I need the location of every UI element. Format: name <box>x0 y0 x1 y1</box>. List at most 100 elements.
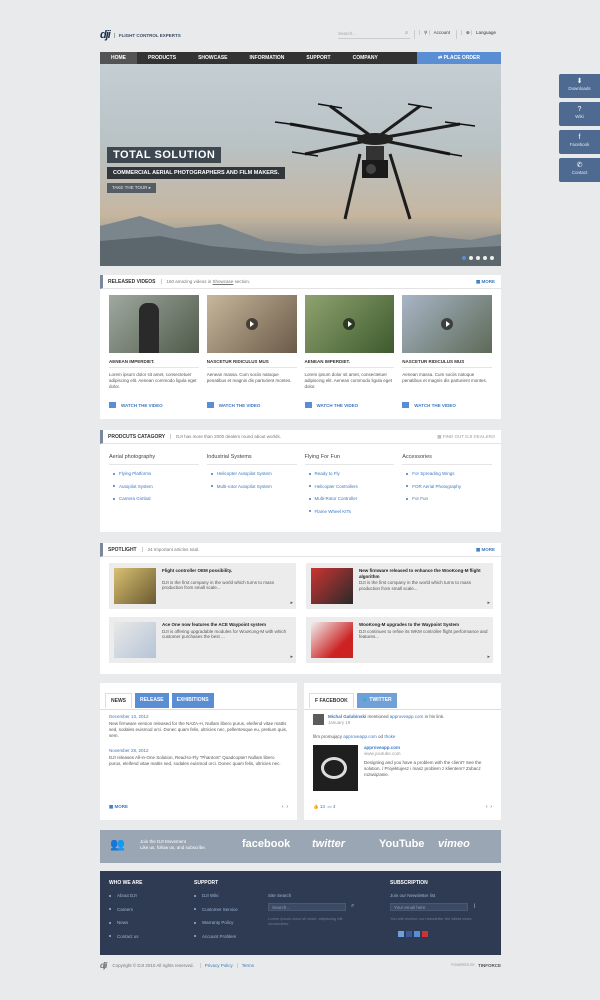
arrow-right-icon[interactable]: ▸ <box>290 600 293 606</box>
next-icon[interactable]: › <box>490 804 492 810</box>
language-link[interactable]: ⊕ Language <box>455 30 496 39</box>
spotlight-item[interactable]: Flight controller OEM possibility. DJI is… <box>109 563 296 609</box>
slider-dot[interactable] <box>476 256 480 260</box>
powered-brand[interactable]: TINFORCE <box>478 963 501 968</box>
video-thumbnail[interactable] <box>206 295 297 353</box>
take-tour-button[interactable]: TAKE THE TOUR ▸ <box>107 183 156 193</box>
play-icon[interactable] <box>441 318 454 330</box>
arrow-right-icon[interactable]: ▸ <box>487 600 490 606</box>
category-link[interactable]: Autopilot System <box>113 484 199 489</box>
footer-link[interactable]: Customer Service <box>194 907 238 912</box>
privacy-link[interactable]: Privacy Policy <box>199 962 233 968</box>
footer-link[interactable]: DJI Wiki <box>194 893 238 898</box>
category-link[interactable]: FOR Aerial Photography <box>406 484 492 489</box>
post-author[interactable]: Michal Galubinski <box>328 714 366 719</box>
tab-news[interactable]: NEWS <box>105 693 132 708</box>
sidebar-downloads[interactable]: ⬇ Downloads <box>559 74 600 98</box>
avatar[interactable] <box>313 714 324 725</box>
prev-icon[interactable]: ‹ <box>282 804 284 810</box>
slider-dot[interactable] <box>462 256 466 260</box>
email-input[interactable]: Your email here <box>390 903 468 911</box>
search-icon[interactable]: ⌕ <box>351 903 354 910</box>
tab-release[interactable]: RELEASE <box>135 693 169 708</box>
nav-company[interactable]: COMPANY <box>342 52 389 64</box>
footer-link[interactable]: Account Problem <box>194 934 238 939</box>
category-link[interactable]: Camera Gimbal <box>113 496 199 501</box>
nav-products[interactable]: PRODUCTS <box>137 52 187 64</box>
twitter-icon[interactable] <box>398 931 404 937</box>
facebook-icon[interactable] <box>406 931 412 937</box>
spotlight-item[interactable]: WooKong-M upgrades to the Waypoint Syste… <box>306 617 493 663</box>
search-input[interactable]: Search... ⌕ <box>338 30 410 39</box>
place-order-button[interactable]: ⇄ PLACE ORDER <box>417 52 501 64</box>
search-icon[interactable]: ⌕ <box>405 30 408 36</box>
news-date[interactable]: December 13, 2012 <box>109 714 288 720</box>
hero-slider[interactable]: TOTAL SOLUTION COMMERCIAL AERIAL PHOTOGR… <box>100 64 501 266</box>
nav-showcase[interactable]: SHOWCASE <box>187 52 238 64</box>
nav-support[interactable]: SUPPORT <box>295 52 341 64</box>
link-card[interactable]: approveapp.com www.youtube.com Designing… <box>313 745 492 791</box>
category-link[interactable]: For Spreading Wings <box>406 471 492 476</box>
video-icon <box>206 402 214 408</box>
footer-link[interactable]: Warranty Policy <box>194 920 238 925</box>
news-date[interactable]: November 28, 2012 <box>109 748 288 754</box>
arrow-right-icon[interactable]: ▸ <box>290 654 293 660</box>
dji-logo[interactable]: dji <box>100 961 107 970</box>
slider-dot[interactable] <box>483 256 487 260</box>
category-link[interactable]: Flame Wheel KITs <box>308 509 395 514</box>
category-link[interactable]: Helicopter Autopilot System <box>210 471 297 476</box>
showcase-link[interactable]: Showcase <box>213 279 234 284</box>
spotlight-item[interactable]: Ace One now features the ACE Waypoint sy… <box>109 617 296 663</box>
category-link[interactable]: Ready to Fly <box>308 471 395 476</box>
facebook-link[interactable]: facebook <box>242 838 290 850</box>
comment-icon[interactable]: ▭ <box>327 804 331 809</box>
linkedin-icon[interactable] <box>414 931 420 937</box>
category-link[interactable]: Flying Platforms <box>113 471 199 476</box>
twitter-link[interactable]: twitter <box>312 838 345 850</box>
tab-exhibitions[interactable]: EXHIBITIONS <box>171 693 214 708</box>
more-link[interactable]: ▦ MORE <box>109 804 128 810</box>
paperclip-icon[interactable]: ⌇ <box>473 903 476 910</box>
more-link[interactable]: ▦ MORE <box>476 547 495 553</box>
nav-information[interactable]: INFORMATION <box>239 52 296 64</box>
video-thumbnail[interactable] <box>109 295 199 353</box>
dji-logo[interactable]: dji <box>100 29 111 41</box>
play-icon[interactable] <box>245 318 258 330</box>
sidebar-contact[interactable]: ✆ Contact <box>559 158 600 182</box>
prev-icon[interactable]: ‹ <box>486 804 488 810</box>
video-thumbnail[interactable] <box>304 295 395 353</box>
more-link[interactable]: ▦ MORE <box>476 279 495 285</box>
watch-video-link[interactable]: WATCH THE VIDEO <box>109 402 199 408</box>
footer-link[interactable]: Careers <box>109 907 139 912</box>
footer-link[interactable]: Contact us <box>109 934 139 939</box>
find-dealers-link[interactable]: ▦ FIND OUT DJI DEALERS <box>437 434 495 440</box>
category-link[interactable]: Helicopter Controllers <box>308 484 395 489</box>
slider-dot[interactable] <box>469 256 473 260</box>
category-link[interactable]: Multi-rotor Autopilot System <box>210 484 297 489</box>
tab-twitter[interactable]: 🐦 TWITTER <box>356 693 397 708</box>
googleplus-icon[interactable] <box>422 931 428 937</box>
like-icon[interactable]: 👍 <box>313 804 319 809</box>
category-link[interactable]: For Fun <box>406 496 492 501</box>
vimeo-link[interactable]: vimeo <box>438 838 470 850</box>
footer-link[interactable]: News <box>109 920 139 925</box>
account-link[interactable]: ⚲ Account <box>414 30 450 39</box>
watch-video-link[interactable]: WATCH THE VIDEO <box>206 402 297 408</box>
footer-search-input[interactable]: Search... <box>268 903 346 911</box>
youtube-link[interactable]: YouTube <box>379 838 424 850</box>
spotlight-item[interactable]: New firmware released to enhance the Woo… <box>306 563 493 609</box>
nav-home[interactable]: HOME <box>100 52 137 64</box>
watch-video-link[interactable]: WATCH THE VIDEO <box>304 402 395 408</box>
arrow-right-icon[interactable]: ▸ <box>487 654 490 660</box>
footer-link[interactable]: About DJI <box>109 893 139 898</box>
sidebar-wiki[interactable]: ? Wiki <box>559 102 600 126</box>
video-thumbnail[interactable] <box>402 295 492 353</box>
tab-facebook[interactable]: f FACEBOOK <box>309 693 354 708</box>
slider-dot[interactable] <box>490 256 494 260</box>
sidebar-facebook[interactable]: f Facebook <box>559 130 600 154</box>
category-link[interactable]: Multi-Rotor Controller <box>308 496 395 501</box>
terms-link[interactable]: Terms <box>236 962 254 968</box>
watch-video-link[interactable]: WATCH THE VIDEO <box>402 402 492 408</box>
next-icon[interactable]: › <box>286 804 288 810</box>
play-icon[interactable] <box>343 318 356 330</box>
